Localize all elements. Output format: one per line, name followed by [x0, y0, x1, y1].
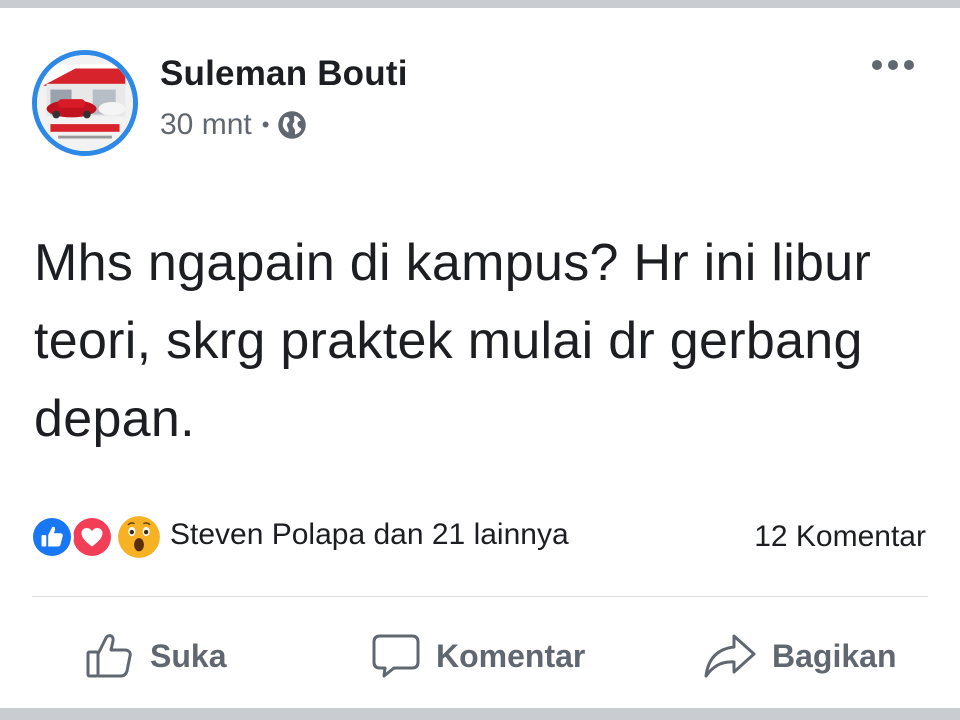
frame-border [0, 708, 960, 720]
divider [32, 596, 928, 597]
love-reaction-icon [70, 515, 114, 559]
like-button[interactable]: Suka [84, 624, 226, 688]
comment-bubble-icon [370, 630, 422, 682]
like-reaction-icon [30, 515, 74, 559]
meta-separator: • [261, 112, 270, 137]
dot-icon [904, 60, 914, 70]
share-label: Bagikan [772, 637, 897, 674]
post-timestamp[interactable]: 30 mnt [160, 108, 252, 142]
share-arrow-icon [702, 630, 758, 682]
post-meta: 30 mnt • [160, 108, 307, 142]
author-name[interactable]: Suleman Bouti [160, 54, 408, 94]
avatar-image [37, 55, 133, 151]
author-avatar[interactable] [32, 50, 138, 156]
reactions-summary-text[interactable]: Steven Polapa dan 21 lainnya [170, 518, 569, 552]
comment-count-link[interactable]: 12 Komentar [754, 520, 926, 554]
share-button[interactable]: Bagikan [702, 624, 896, 688]
post-card: Suleman Bouti 30 mnt • Mhs ngapain di ka… [0, 8, 960, 708]
dot-icon [872, 60, 882, 70]
thumbs-up-icon [84, 630, 136, 682]
wow-reaction-icon [114, 512, 164, 562]
comment-label: Komentar [436, 637, 586, 674]
like-label: Suka [150, 637, 227, 674]
reactions-summary[interactable]: Steven Polapa dan 21 lainnya [30, 510, 569, 562]
globe-icon[interactable] [277, 110, 307, 140]
comment-button[interactable]: Komentar [370, 624, 585, 688]
reaction-icons [30, 510, 166, 562]
dot-icon [888, 60, 898, 70]
post-text: Mhs ngapain di kampus? Hr ini libur teor… [34, 234, 872, 448]
more-options-button[interactable] [872, 60, 914, 70]
post-actions: Suka Komentar Bagikan [0, 624, 960, 688]
